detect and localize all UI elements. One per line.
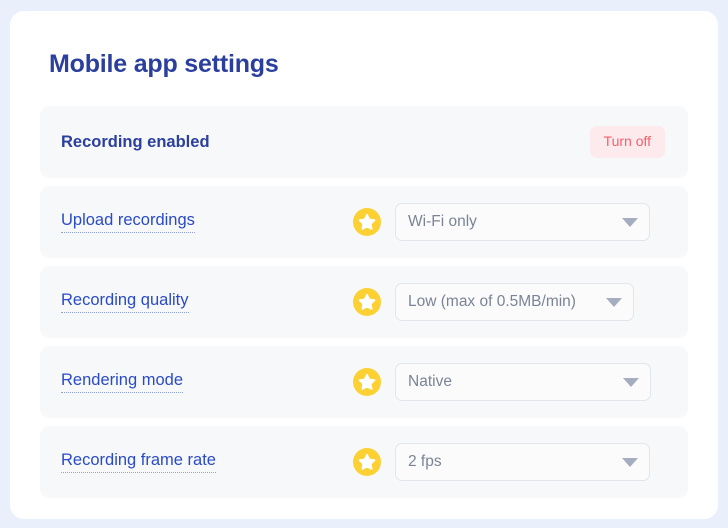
setting-label-recording-enabled: Recording enabled xyxy=(61,132,210,151)
setting-row-upload-recordings: Upload recordings Wi-Fi only xyxy=(40,186,688,258)
settings-card: Mobile app settings Recording enabled Tu… xyxy=(10,11,718,519)
select-recording-frame-rate[interactable]: 2 fps xyxy=(395,443,650,481)
page-title: Mobile app settings xyxy=(49,50,279,78)
setting-label-recording-quality[interactable]: Recording quality xyxy=(61,291,189,314)
control-slot: Native xyxy=(353,363,667,401)
control-slot: 2 fps xyxy=(353,443,667,481)
select-value: Low (max of 0.5MB/min) xyxy=(408,293,576,311)
select-rendering-mode[interactable]: Native xyxy=(395,363,651,401)
setting-row-rendering-mode: Rendering mode Native xyxy=(40,346,688,418)
setting-row-recording-quality: Recording quality Low (max of 0.5MB/min) xyxy=(40,266,688,338)
star-icon[interactable] xyxy=(353,448,381,476)
chevron-down-icon xyxy=(606,297,622,307)
chevron-down-icon xyxy=(623,377,639,387)
control-slot: Low (max of 0.5MB/min) xyxy=(353,283,667,321)
setting-label-rendering-mode[interactable]: Rendering mode xyxy=(61,371,183,394)
star-icon[interactable] xyxy=(353,288,381,316)
setting-row-recording-frame-rate: Recording frame rate 2 fps xyxy=(40,426,688,498)
select-value: Native xyxy=(408,373,452,391)
setting-label-upload-recordings[interactable]: Upload recordings xyxy=(61,211,195,234)
setting-row-recording-enabled: Recording enabled Turn off xyxy=(40,106,688,178)
star-icon[interactable] xyxy=(353,368,381,396)
chevron-down-icon xyxy=(622,457,638,467)
select-upload-recordings[interactable]: Wi-Fi only xyxy=(395,203,650,241)
select-value: 2 fps xyxy=(408,453,442,471)
chevron-down-icon xyxy=(622,217,638,227)
setting-label-recording-frame-rate[interactable]: Recording frame rate xyxy=(61,451,216,474)
turn-off-button[interactable]: Turn off xyxy=(589,125,665,159)
select-value: Wi-Fi only xyxy=(408,213,477,231)
control-slot: Wi-Fi only xyxy=(353,203,667,241)
star-icon[interactable] xyxy=(353,208,381,236)
select-recording-quality[interactable]: Low (max of 0.5MB/min) xyxy=(395,283,634,321)
settings-list: Recording enabled Turn off Upload record… xyxy=(40,106,688,498)
